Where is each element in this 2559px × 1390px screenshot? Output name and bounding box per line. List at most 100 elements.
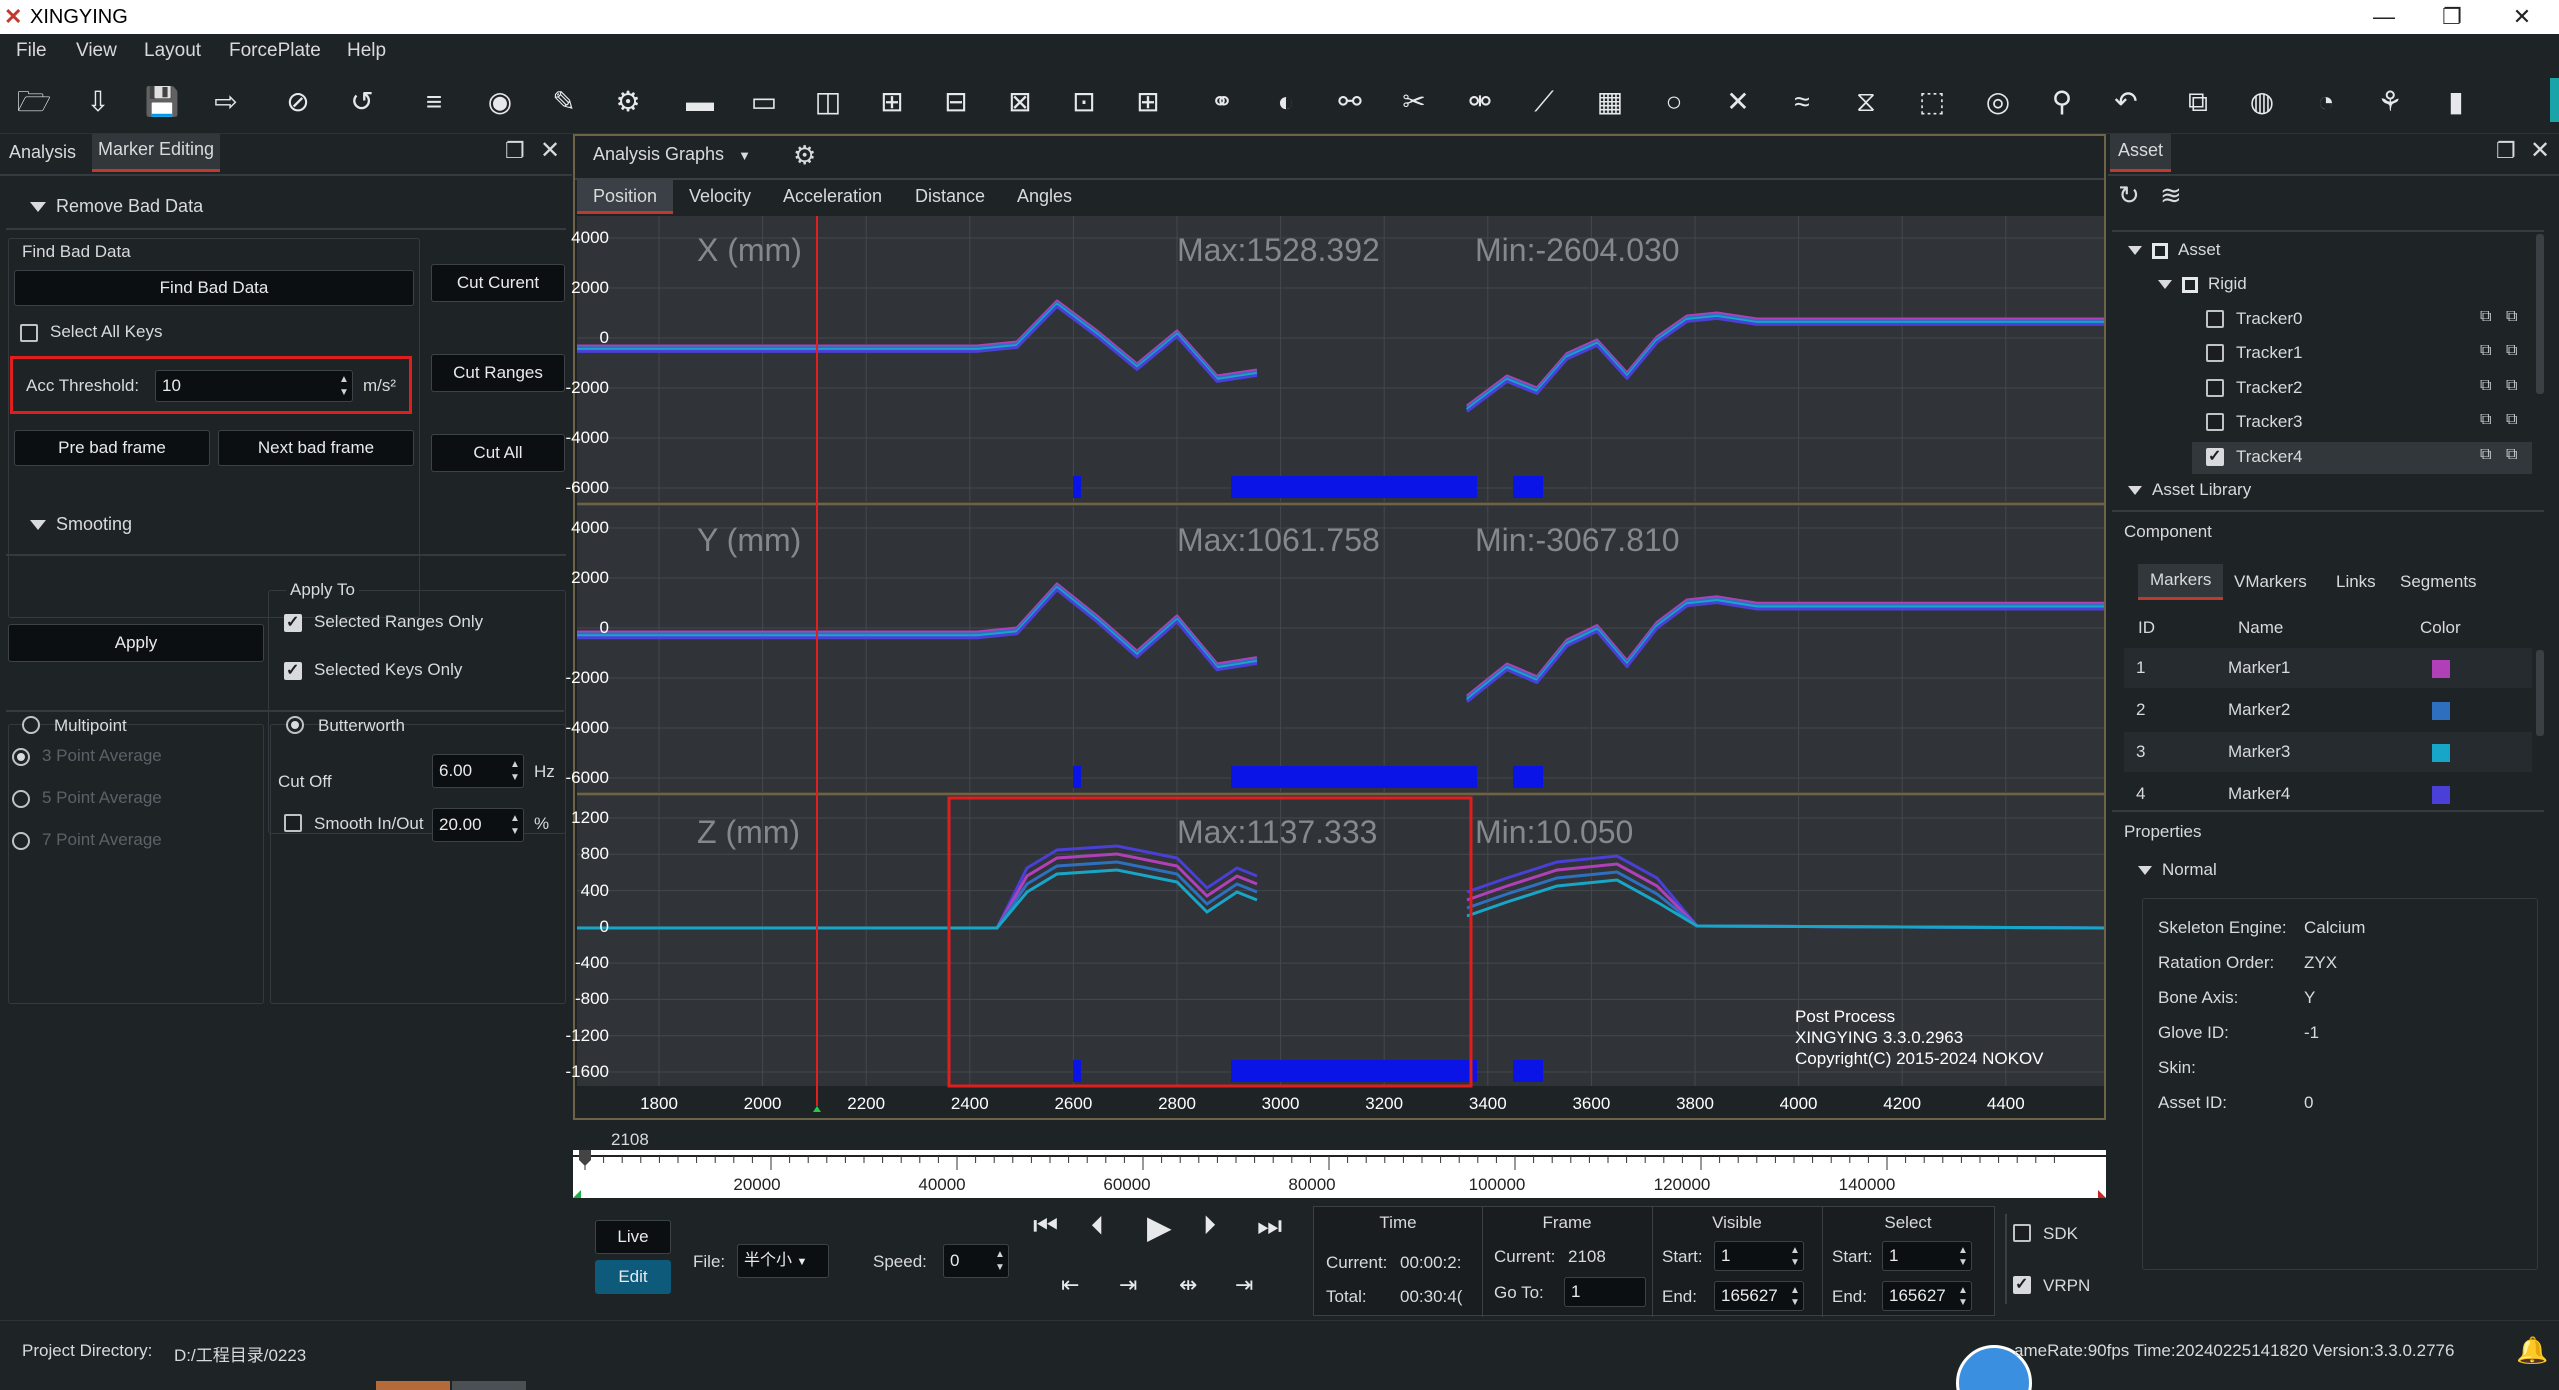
tree-rigid[interactable]: Rigid [2158, 274, 2247, 294]
menu-file[interactable]: File [16, 40, 47, 62]
tree-asset-library[interactable]: Asset Library [2128, 480, 2251, 500]
menu-view[interactable]: View [76, 40, 117, 62]
edit-icon[interactable]: ✎ [544, 82, 584, 122]
tab-analysis[interactable]: Analysis [9, 142, 76, 163]
acc-threshold-input[interactable]: 10 ▲ ▼ [155, 370, 353, 402]
minimize-icon[interactable]: — [2364, 4, 2404, 30]
spin-down-icon[interactable]: ▼ [1789, 1297, 1801, 1308]
remove-icon[interactable]: ✕ [1718, 82, 1758, 122]
avg7-radio[interactable] [12, 832, 30, 850]
save-icon[interactable]: 💾 [142, 82, 182, 122]
tracker-checkbox[interactable] [2206, 310, 2224, 328]
settings-icon[interactable]: ⚙ [608, 82, 648, 122]
merge-icon[interactable]: ⚯ [1330, 82, 1370, 122]
layout-8-icon[interactable]: ⊞ [1128, 82, 1168, 122]
close-panel-icon[interactable]: ✕ [540, 136, 560, 165]
search-icon[interactable]: ○ [1654, 82, 1694, 122]
cut-icon[interactable]: ✂ [1394, 82, 1434, 122]
copy-icon[interactable]: ⧉ [2480, 446, 2491, 464]
paste-icon[interactable]: ⧉ [2506, 411, 2517, 429]
export-icon[interactable]: ⇨ [206, 82, 246, 122]
tree-tracker[interactable]: Tracker2 ⧉ ⧉ [2192, 373, 2532, 405]
calculator-icon[interactable]: ▦ [1590, 82, 1630, 122]
tree-tracker[interactable]: Tracker1 ⧉ ⧉ [2192, 338, 2532, 370]
marker-color-swatch[interactable] [2432, 786, 2450, 804]
menu-forceplate[interactable]: ForcePlate [229, 40, 321, 62]
sdk-checkbox[interactable] [2013, 1224, 2031, 1242]
menu-layout[interactable]: Layout [144, 40, 201, 62]
layout-3-icon[interactable]: ◫ [808, 82, 848, 122]
smooth-inout-checkbox[interactable] [284, 814, 302, 832]
run-icon[interactable]: ⚲ [2042, 82, 2082, 122]
tab-position[interactable]: Position [577, 180, 674, 214]
marker-color-swatch[interactable] [2432, 744, 2450, 762]
set-in-icon[interactable]: ⇥ [1119, 1272, 1137, 1298]
tab-angles[interactable]: Angles [1017, 186, 1072, 207]
spin-up-icon[interactable]: ▲ [1789, 1285, 1801, 1296]
hide-icon[interactable]: ⊘ [278, 82, 318, 122]
spin-up-icon[interactable]: ▲ [1789, 1245, 1801, 1256]
tab-distance[interactable]: Distance [915, 186, 985, 207]
spin-down-icon[interactable]: ▼ [338, 387, 350, 398]
layout-2-icon[interactable]: ▭ [744, 82, 784, 122]
spin-up-icon[interactable]: ▲ [1957, 1285, 1969, 1296]
normal-section[interactable]: Normal [2138, 860, 2217, 880]
section-smooting[interactable]: Smooting [30, 514, 132, 535]
fill-icon[interactable]: ◐ [1266, 82, 1306, 122]
spin-up-icon[interactable]: ▲ [1957, 1245, 1969, 1256]
select-all-keys-checkbox[interactable] [20, 324, 38, 342]
reset-icon[interactable]: ◎ [1978, 82, 2018, 122]
smooth-input[interactable]: 20.00 ▲ ▼ [432, 808, 524, 842]
float-icon[interactable]: ❐ [2496, 138, 2516, 164]
smooth-icon[interactable]: ≈ [1782, 82, 1822, 122]
file-select[interactable]: 半个小 ▼ [737, 1244, 829, 1278]
tab-velocity[interactable]: Velocity [689, 186, 751, 207]
pre-bad-frame-button[interactable]: Pre bad frame [14, 430, 210, 466]
menu-help[interactable]: Help [347, 40, 386, 62]
tree-tracker[interactable]: Tracker4 ⧉ ⧉ [2192, 441, 2532, 474]
gear-icon[interactable]: ⚙ [793, 140, 816, 171]
selected-ranges-checkbox[interactable] [284, 612, 302, 632]
tracker-checkbox[interactable] [2206, 378, 2224, 397]
tree-root[interactable]: Asset [2128, 240, 2221, 260]
speed-icon[interactable]: ◔ [2306, 82, 2346, 122]
next-range-icon[interactable]: ⇥ [1235, 1272, 1253, 1298]
skip-start-icon[interactable]: ⏮ [1033, 1210, 1069, 1246]
tree-scrollbar[interactable] [2536, 234, 2544, 394]
copy-icon[interactable]: ⧉ [2480, 342, 2491, 360]
selected-keys-checkbox[interactable] [284, 660, 302, 680]
tab-asset[interactable]: Asset [2110, 134, 2172, 172]
trim-icon[interactable]: ⧖ [1846, 82, 1886, 122]
visible-end-input[interactable]: 165627 ▲ ▼ [1714, 1281, 1804, 1311]
marker-row[interactable]: 3 Marker3 [2124, 732, 2532, 772]
layout-5-icon[interactable]: ⊟ [936, 82, 976, 122]
tree-tracker[interactable]: Tracker3 ⧉ ⧉ [2192, 407, 2532, 439]
avg5-radio[interactable] [12, 790, 30, 808]
tab-vmarkers[interactable]: VMarkers [2234, 572, 2307, 592]
tab-segments[interactable]: Segments [2400, 572, 2477, 592]
select-icon[interactable]: ⬚ [1912, 82, 1952, 122]
bone-icon[interactable]: ⟋ [1524, 82, 1564, 122]
live-button[interactable]: Live [595, 1220, 671, 1254]
marker-color-swatch[interactable] [2432, 660, 2450, 678]
layout-7-icon[interactable]: ⊡ [1064, 82, 1104, 122]
butterworth-radio[interactable] [286, 716, 304, 734]
marker-color-swatch[interactable] [2432, 702, 2450, 720]
undo-icon[interactable]: ↶ [2106, 82, 2146, 122]
step-back-icon[interactable]: ⏴ [1091, 1210, 1127, 1246]
cutoff-input[interactable]: 6.00 ▲ ▼ [432, 754, 524, 788]
next-bad-frame-button[interactable]: Next bad frame [218, 430, 414, 466]
marker-row[interactable]: 2 Marker2 [2124, 690, 2532, 730]
copy-icon[interactable]: ⧉ [2480, 308, 2491, 326]
layout-6-icon[interactable]: ⊠ [1000, 82, 1040, 122]
spin-down-icon[interactable]: ▼ [1957, 1297, 1969, 1308]
tracker-checkbox[interactable] [2206, 446, 2224, 466]
visible-start-input[interactable]: 1 ▲ ▼ [1714, 1241, 1804, 1271]
checkbox-icon[interactable] [2152, 242, 2168, 259]
markers-scrollbar[interactable] [2536, 650, 2544, 736]
spin-down-icon[interactable]: ▼ [1789, 1257, 1801, 1268]
select-end-input[interactable]: 165627 ▲ ▼ [1882, 1281, 1972, 1311]
edit-button[interactable]: Edit [595, 1260, 671, 1294]
find-bad-data-button[interactable]: Find Bad Data [14, 270, 414, 306]
timeline[interactable]: 2108 20000 40000 60000 80000 100000 120000 140… [573, 1122, 2106, 1198]
